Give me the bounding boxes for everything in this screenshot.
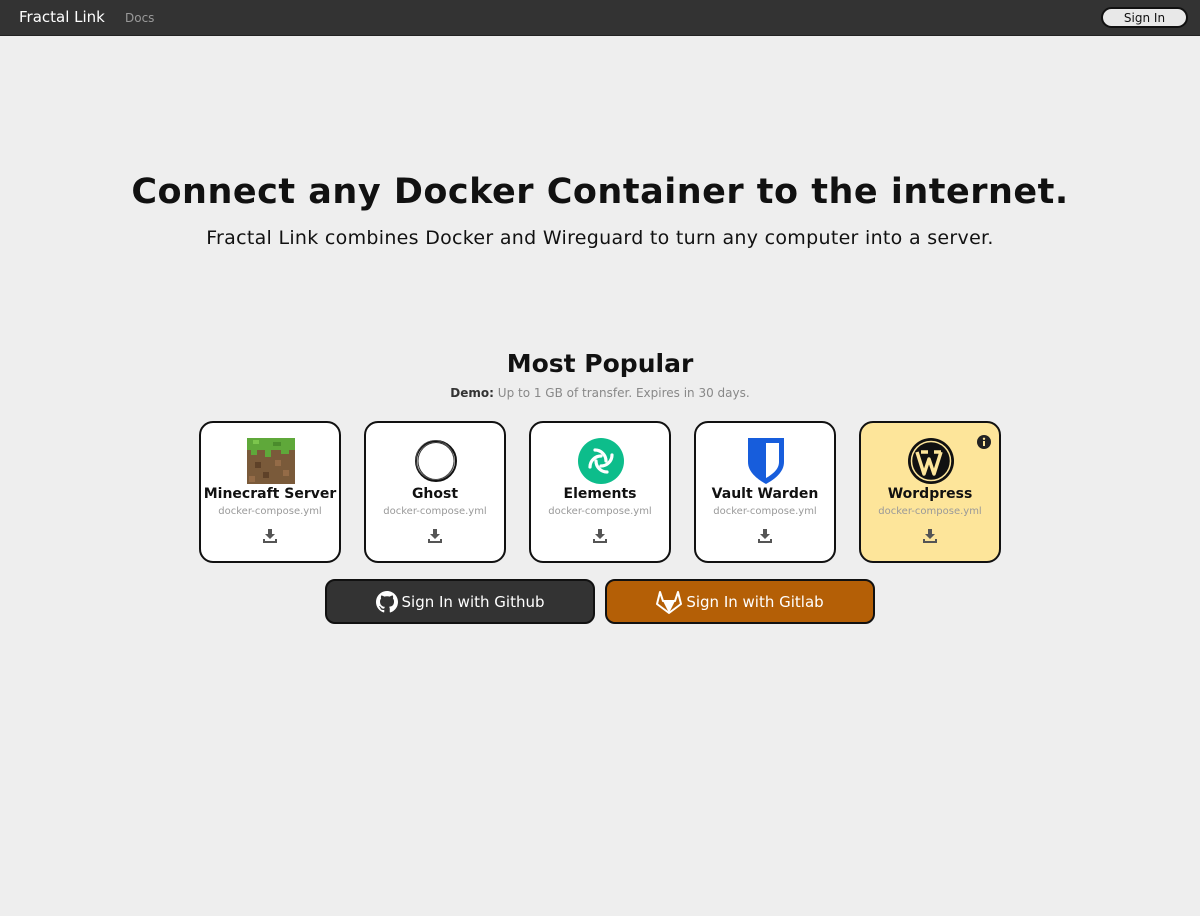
card-file-link[interactable]: docker-compose.yml: [201, 506, 339, 517]
download-icon[interactable]: [758, 528, 772, 543]
app-card-ghost[interactable]: Ghost docker-compose.yml: [364, 421, 506, 563]
card-file-link[interactable]: docker-compose.yml: [366, 506, 504, 517]
sign-in-button[interactable]: Sign In: [1101, 7, 1188, 28]
demo-text: Up to 1 GB of transfer. Expires in 30 da…: [497, 386, 750, 400]
gitlab-button-label: Sign In with Gitlab: [686, 592, 824, 611]
minecraft-grass-block-icon: [247, 438, 295, 484]
docs-link[interactable]: Docs: [125, 11, 154, 25]
card-name: Wordpress: [887, 486, 973, 502]
card-file-link[interactable]: docker-compose.yml: [861, 506, 999, 517]
info-icon[interactable]: [977, 434, 991, 449]
hero-subtitle: Fractal Link combines Docker and Wiregua…: [206, 227, 994, 249]
card-file-link[interactable]: docker-compose.yml: [696, 506, 834, 517]
download-icon[interactable]: [263, 528, 277, 543]
download-icon[interactable]: [923, 528, 937, 543]
github-icon: [375, 590, 398, 612]
sign-in-github-button[interactable]: Sign In with Github: [325, 579, 595, 624]
sign-in-gitlab-button[interactable]: Sign In with Gitlab: [605, 579, 875, 624]
bitwarden-shield-icon: [742, 438, 790, 484]
gitlab-icon: [656, 590, 683, 614]
element-logo-icon: [577, 438, 625, 484]
top-navbar: Fractal Link Docs Sign In: [0, 0, 1200, 36]
wordpress-logo-icon: [907, 438, 955, 484]
card-name: Vault Warden: [711, 486, 819, 502]
download-icon[interactable]: [428, 528, 442, 543]
app-card-minecraft-server[interactable]: Minecraft Server docker-compose.yml: [199, 421, 341, 563]
demo-note: Demo: Up to 1 GB of transfer. Expires in…: [0, 386, 1200, 400]
hero-title: Connect any Docker Container to the inte…: [131, 172, 1069, 212]
card-name: Ghost: [411, 486, 459, 502]
most-popular-heading: Most Popular: [506, 349, 694, 378]
app-card-vault-warden[interactable]: Vault Warden docker-compose.yml: [694, 421, 836, 563]
card-file-link[interactable]: docker-compose.yml: [531, 506, 669, 517]
card-name: Minecraft Server: [203, 486, 337, 502]
github-button-label: Sign In with Github: [401, 592, 545, 611]
card-name: Elements: [563, 486, 637, 502]
download-icon[interactable]: [593, 528, 607, 543]
brand-link[interactable]: Fractal Link: [19, 8, 105, 26]
app-card-elements[interactable]: Elements docker-compose.yml: [529, 421, 671, 563]
app-card-wordpress[interactable]: Wordpress docker-compose.yml: [859, 421, 1001, 563]
ghost-logo-icon: [412, 438, 460, 484]
demo-label: Demo:: [450, 386, 494, 400]
